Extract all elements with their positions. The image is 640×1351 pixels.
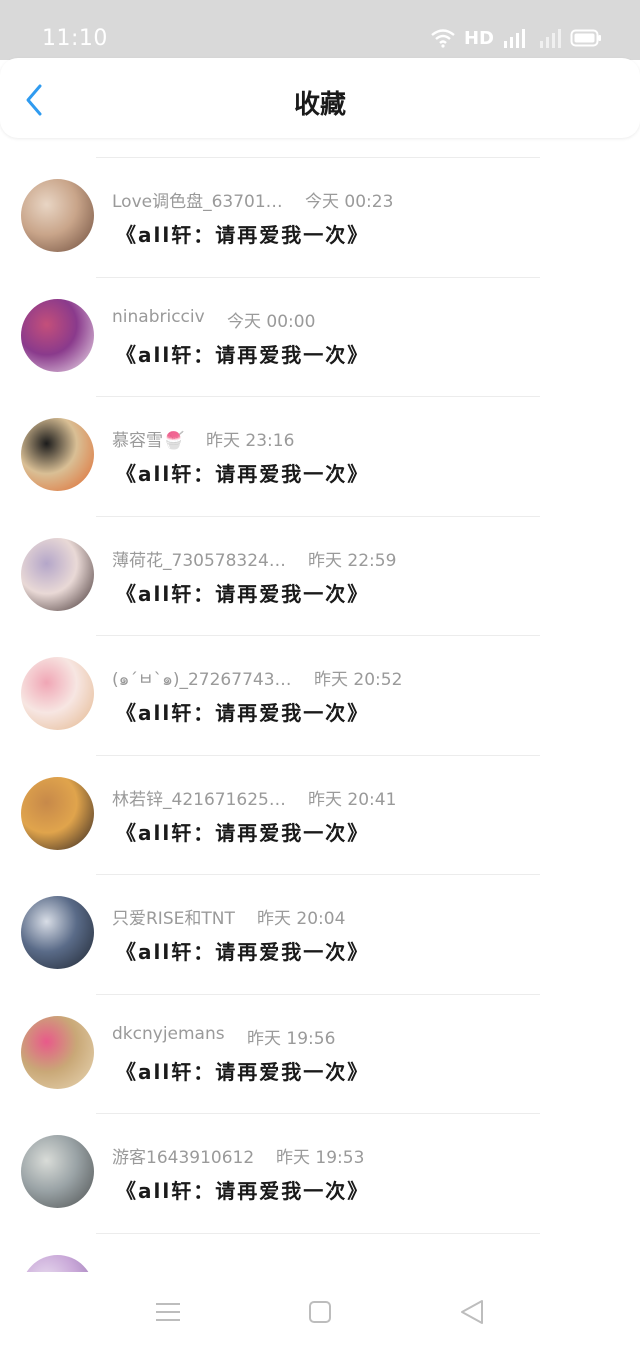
avatar[interactable] bbox=[21, 537, 94, 611]
system-nav-bar bbox=[0, 1272, 640, 1351]
avatar[interactable] bbox=[21, 776, 94, 850]
home-button[interactable] bbox=[304, 1296, 336, 1328]
triangle-back-icon bbox=[461, 1300, 483, 1324]
username[interactable]: (๑´ㅂ`๑)_27267743… bbox=[112, 665, 292, 693]
meta-line: ninabricciv 今天 00:00 bbox=[112, 307, 532, 333]
timestamp: 昨天 19:53 bbox=[276, 1148, 365, 1168]
status-time: 11:10 bbox=[42, 26, 108, 51]
timestamp: 昨天 20:04 bbox=[257, 909, 346, 929]
list-item[interactable]: Love调色盘_63701… 今天 00:23 《all轩：请再爱我一次》 bbox=[0, 157, 640, 277]
meta-line: (๑´ㅂ`๑)_27267743… 昨天 20:52 bbox=[112, 665, 532, 691]
username[interactable]: dkcnyjemans bbox=[112, 1024, 225, 1044]
battery-icon bbox=[570, 29, 601, 47]
message-text: 《all轩：请再爱我一次》 bbox=[116, 581, 370, 606]
list-item[interactable]: 林若锌_421671625… 昨天 20:41 《all轩：请再爱我一次》 bbox=[0, 754, 640, 875]
username[interactable]: 慕容雪🍧 bbox=[112, 426, 184, 451]
status-icons: HD bbox=[430, 26, 602, 50]
meta-line: dkcnyjemans 昨天 19:56 bbox=[112, 1024, 532, 1050]
meta-line: Love调色盘_63701… 今天 00:23 bbox=[112, 187, 532, 213]
timestamp: 昨天 22:59 bbox=[308, 550, 397, 571]
username[interactable]: 只爱RISE和TNT bbox=[112, 904, 235, 929]
username[interactable]: 薄荷花_730578324… bbox=[112, 546, 286, 571]
system-back-button[interactable] bbox=[456, 1296, 488, 1328]
message-text: 《all轩：请再爱我一次》 bbox=[116, 1179, 370, 1203]
avatar[interactable] bbox=[21, 1254, 94, 1272]
square-icon bbox=[309, 1301, 331, 1323]
avatar[interactable] bbox=[21, 179, 94, 252]
avatar[interactable] bbox=[21, 418, 94, 491]
divider bbox=[96, 874, 540, 875]
menu-icon bbox=[156, 1303, 180, 1321]
message-text: 《all轩：请再爱我一次》 bbox=[116, 342, 370, 367]
list-item[interactable]: 游客1643910612 昨天 19:53 《all轩：请再爱我一次》 bbox=[0, 1113, 640, 1233]
message-text: 《all轩：请再爱我一次》 bbox=[116, 1059, 370, 1084]
timestamp: 昨天 20:52 bbox=[314, 670, 403, 690]
message-text: 《all轩：请再爱我一次》 bbox=[116, 701, 370, 725]
timestamp: 昨天 23:16 bbox=[206, 431, 295, 451]
divider bbox=[96, 1113, 540, 1114]
signal-4g-icon bbox=[504, 29, 525, 48]
list-item[interactable]: 薄荷花_730578324… 昨天 22:59 《all轩：请再爱我一次》 bbox=[0, 515, 640, 636]
avatar[interactable] bbox=[21, 657, 94, 730]
signal-empty-icon bbox=[540, 29, 561, 48]
divider bbox=[96, 754, 540, 756]
divider bbox=[96, 635, 540, 636]
divider bbox=[96, 993, 540, 995]
message-text: 《all轩：请再爱我一次》 bbox=[116, 223, 370, 247]
header: 收藏 bbox=[0, 58, 640, 138]
divider bbox=[96, 157, 540, 158]
list-item[interactable]: dkcnyjemans 昨天 19:56 《all轩：请再爱我一次》 bbox=[0, 993, 640, 1114]
status-bar: 11:10 HD bbox=[0, 0, 640, 60]
network-label: HD bbox=[463, 27, 494, 49]
meta-line: 慕容雪🍧 昨天 23:16 bbox=[112, 426, 532, 452]
avatar[interactable] bbox=[21, 298, 94, 372]
avatar[interactable] bbox=[21, 1135, 94, 1208]
timestamp: 今天 00:00 bbox=[227, 311, 316, 332]
timestamp: 今天 00:23 bbox=[305, 192, 394, 212]
page-title: 收藏 bbox=[293, 90, 346, 120]
divider bbox=[96, 1232, 540, 1234]
meta-line bbox=[112, 1263, 532, 1273]
message-text: 《all轩：请再爱我一次》 bbox=[116, 462, 370, 486]
meta-line: 薄荷花_730578324… 昨天 22:59 bbox=[112, 546, 532, 572]
list-item[interactable] bbox=[0, 1232, 640, 1273]
list-item[interactable]: ninabricciv 今天 00:00 《all轩：请再爱我一次》 bbox=[0, 276, 640, 397]
username[interactable]: 林若锌_421671625… bbox=[112, 785, 286, 810]
message-text: 《all轩：请再爱我一次》 bbox=[116, 820, 370, 845]
meta-line: 游客1643910612 昨天 19:53 bbox=[112, 1143, 532, 1169]
menu-button[interactable] bbox=[152, 1296, 184, 1328]
meta-line: 林若锌_421671625… 昨天 20:41 bbox=[112, 785, 532, 811]
divider bbox=[96, 276, 540, 278]
username[interactable]: 游客1643910612 bbox=[112, 1143, 254, 1168]
username[interactable]: Love调色盘_63701… bbox=[112, 187, 283, 212]
list-item[interactable]: 只爱RISE和TNT 昨天 20:04 《all轩：请再爱我一次》 bbox=[0, 874, 640, 994]
divider bbox=[96, 396, 540, 397]
divider bbox=[96, 515, 540, 517]
avatar[interactable] bbox=[21, 1015, 94, 1089]
wifi-icon bbox=[431, 29, 455, 48]
list-item[interactable]: (๑´ㅂ`๑)_27267743… 昨天 20:52 《all轩：请再爱我一次》 bbox=[0, 635, 640, 755]
list-item[interactable]: 慕容雪🍧 昨天 23:16 《all轩：请再爱我一次》 bbox=[0, 396, 640, 516]
avatar[interactable] bbox=[21, 896, 94, 969]
meta-line: 只爱RISE和TNT 昨天 20:04 bbox=[112, 904, 532, 930]
timestamp: 昨天 20:41 bbox=[308, 789, 397, 810]
timestamp: 昨天 19:56 bbox=[247, 1028, 336, 1049]
favorites-list: Love调色盘_63701… 今天 00:23 《all轩：请再爱我一次》 ninab… bbox=[0, 157, 640, 1272]
username[interactable]: ninabricciv bbox=[112, 307, 205, 327]
message-text: 《all轩：请再爱我一次》 bbox=[116, 940, 370, 964]
